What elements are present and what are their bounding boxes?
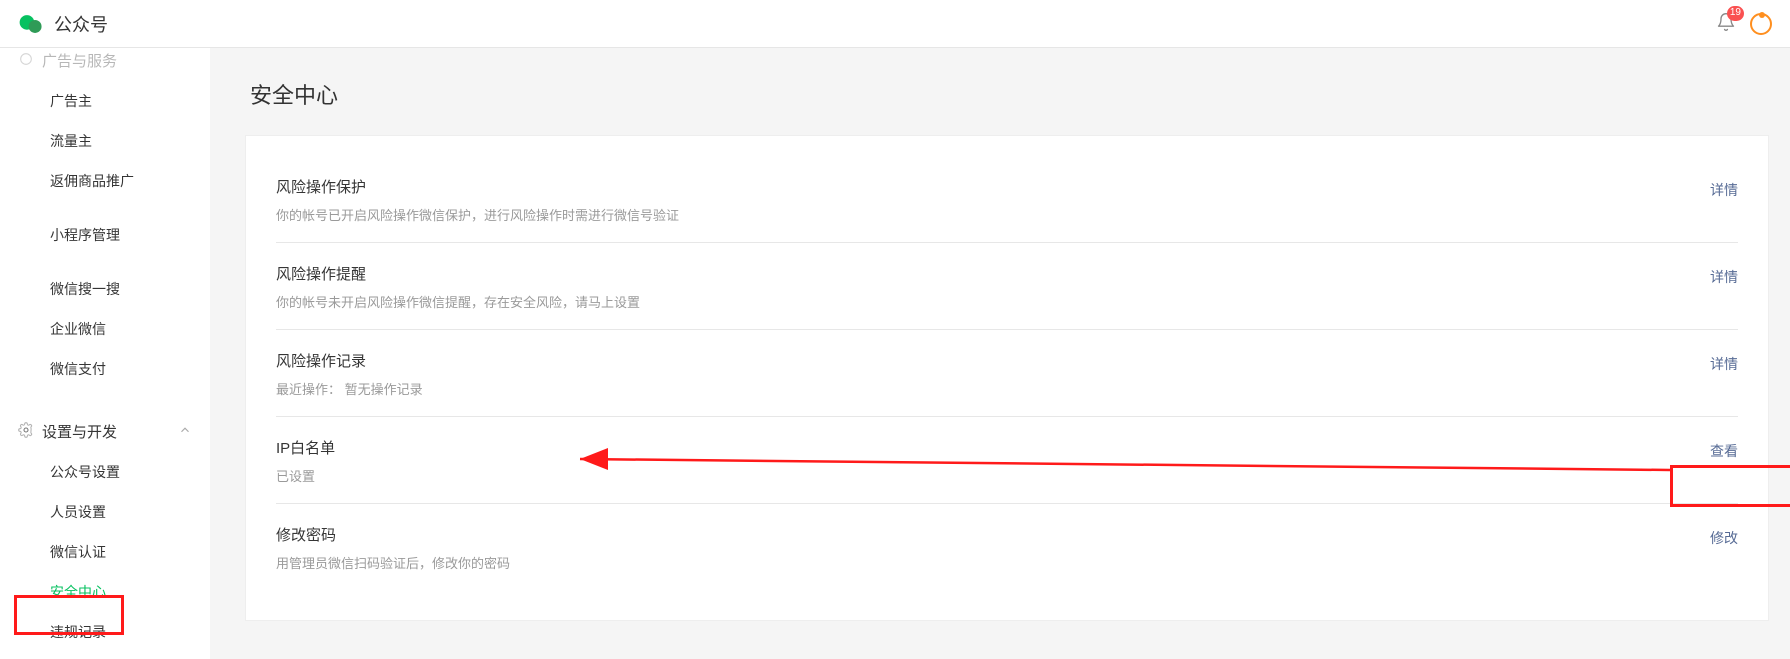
gear-icon — [18, 422, 34, 442]
sidebar: 广告与服务 广告主 流量主 返佣商品推广 小程序管理 微信搜一搜 企业微信 微信… — [0, 48, 210, 659]
row-title: 风险操作提醒 — [276, 263, 640, 284]
sidebar-item-verify[interactable]: 微信认证 — [0, 532, 210, 572]
app-header: 公众号 19 — [0, 0, 1790, 48]
row-title: 风险操作保护 — [276, 176, 679, 197]
sidebar-item-account-settings[interactable]: 公众号设置 — [0, 452, 210, 492]
sidebar-item-wecom[interactable]: 企业微信 — [0, 309, 210, 349]
sidebar-item-staff-settings[interactable]: 人员设置 — [0, 492, 210, 532]
row-risk-reminder: 风险操作提醒 你的帐号未开启风险操作微信提醒，存在安全风险，请马上设置 详情 — [276, 243, 1738, 330]
detail-link[interactable]: 详情 — [1710, 176, 1738, 200]
brand-name: 公众号 — [54, 11, 108, 37]
row-desc: 你的帐号已开启风险操作微信保护，进行风险操作时需进行微信号验证 — [276, 205, 679, 224]
row-change-password: 修改密码 用管理员微信扫码验证后，修改你的密码 修改 — [276, 504, 1738, 590]
row-desc: 你的帐号未开启风险操作微信提醒，存在安全风险，请马上设置 — [276, 292, 640, 311]
sidebar-item-security[interactable]: 安全中心 — [0, 572, 210, 612]
view-link[interactable]: 查看 — [1710, 437, 1738, 461]
modify-link[interactable]: 修改 — [1710, 524, 1738, 548]
header-right: 19 — [1716, 12, 1772, 35]
row-desc: 最近操作： 暂无操作记录 — [276, 379, 423, 398]
row-ip-whitelist: IP白名单 已设置 查看 — [276, 417, 1738, 504]
detail-link[interactable]: 详情 — [1710, 263, 1738, 287]
sidebar-section-ads: 广告与服务 — [42, 50, 117, 71]
sidebar-section-settings[interactable]: 设置与开发 — [0, 411, 210, 452]
sidebar-item-wxpay[interactable]: 微信支付 — [0, 349, 210, 389]
row-risk-protection: 风险操作保护 你的帐号已开启风险操作微信保护，进行风险操作时需进行微信号验证 详… — [276, 156, 1738, 243]
notification-badge: 19 — [1727, 6, 1744, 21]
wechat-logo-icon — [18, 11, 44, 37]
main-content: 安全中心 风险操作保护 你的帐号已开启风险操作微信保护，进行风险操作时需进行微信… — [210, 48, 1790, 659]
sidebar-item-commission[interactable]: 返佣商品推广 — [0, 161, 210, 201]
row-title: 修改密码 — [276, 524, 510, 545]
sidebar-item-search[interactable]: 微信搜一搜 — [0, 269, 210, 309]
sidebar-item-advertiser[interactable]: 广告主 — [0, 81, 210, 121]
row-desc: 已设置 — [276, 466, 335, 485]
notification-bell-icon[interactable]: 19 — [1716, 12, 1736, 35]
avatar-icon[interactable] — [1750, 13, 1772, 35]
sidebar-item-violation[interactable]: 违规记录 — [0, 612, 210, 652]
row-desc: 用管理员微信扫码验证后，修改你的密码 — [276, 553, 510, 572]
detail-link[interactable]: 详情 — [1710, 350, 1738, 374]
sidebar-item-miniprogram[interactable]: 小程序管理 — [0, 215, 210, 255]
chevron-up-icon — [178, 423, 192, 441]
sidebar-section-settings-label: 设置与开发 — [42, 421, 117, 442]
sidebar-item-traffic[interactable]: 流量主 — [0, 121, 210, 161]
service-icon — [18, 51, 34, 71]
security-card: 风险操作保护 你的帐号已开启风险操作微信保护，进行风险操作时需进行微信号验证 详… — [246, 136, 1768, 620]
page-title: 安全中心 — [250, 78, 1790, 110]
row-title: 风险操作记录 — [276, 350, 423, 371]
row-title: IP白名单 — [276, 437, 335, 458]
row-risk-record: 风险操作记录 最近操作： 暂无操作记录 详情 — [276, 330, 1738, 417]
header-left: 公众号 — [18, 11, 108, 37]
